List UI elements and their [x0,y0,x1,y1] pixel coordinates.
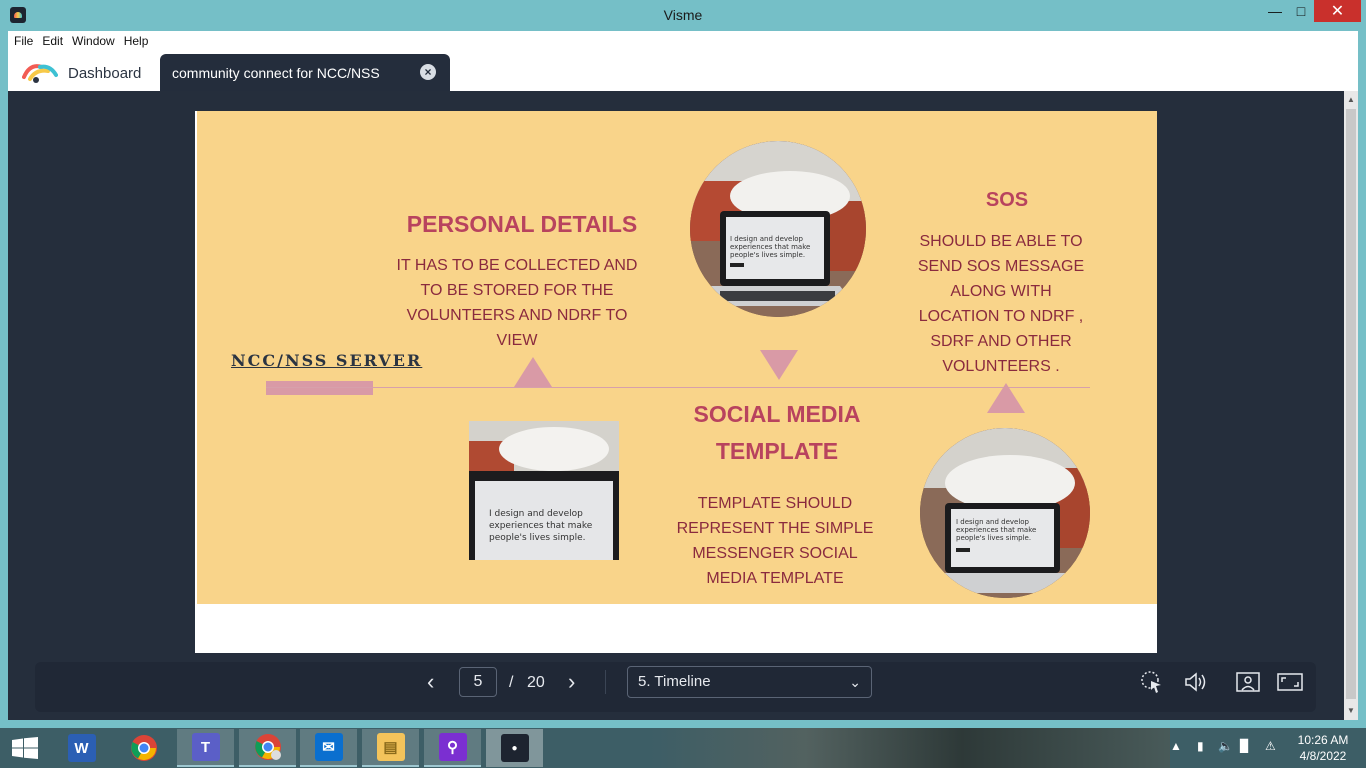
scroll-down-icon[interactable]: ▼ [1344,704,1358,718]
app-client: File Edit Window Help Dashboard community c… [8,31,1358,720]
taskbar-file-explorer[interactable]: ▤ [362,729,419,767]
maximize-button[interactable]: □ [1285,0,1317,22]
menu-help[interactable]: Help [124,31,149,51]
clock-time: 10:26 AM [1297,733,1349,747]
scroll-up-icon[interactable]: ▲ [1344,93,1358,107]
svg-text:experiences that make: experiences that make [730,243,810,251]
taskbar-mail[interactable]: ✉ [300,729,357,767]
svg-text:experiences that make: experiences that make [956,526,1036,534]
laptop-photo-square-image: I design and develop experiences that ma… [469,421,619,560]
prev-slide-icon[interactable]: ‹ [427,669,434,695]
taskbar-wallpaper [650,728,1170,768]
menu-bar: File Edit Window Help [8,31,1358,51]
tab-bar: Dashboard community connect for NCC/NSS … [8,51,1358,91]
menu-window[interactable]: Window [72,31,115,51]
laptop-photo-bottom: I design and develop experiences that ma… [920,428,1090,598]
svg-text:I design and develop: I design and develop [956,518,1030,526]
tray-chevron-icon[interactable]: ▲ [1170,739,1182,753]
timeline-marker-sos [987,383,1025,413]
presenter-icon[interactable] [1235,669,1261,695]
timeline-marker-personal [514,357,552,387]
word-icon: W [67,734,96,762]
app-window: Visme — □ ✕ File Edit Window Help Dashboard… [0,0,1366,728]
social-media-body: TEMPLATE SHOULD REPRESENT THE SIMPLE MES… [676,495,874,587]
sos-heading: SOS [985,189,1029,211]
page-separator: / [509,674,514,691]
magnifier-icon: ⚲ [438,733,467,761]
next-slide-icon[interactable]: › [568,669,575,695]
presentation-stage: PERSONAL DETAILS IT HAS TO BE COLLECTED … [8,91,1358,720]
scroll-thumb[interactable] [1346,109,1356,699]
vertical-scrollbar[interactable]: ▲ ▼ [1344,91,1358,720]
social-media-heading-line1: SOCIAL MEDIA [693,401,861,427]
network-icon[interactable]: ▉ [1240,739,1249,753]
taskbar-search-app[interactable]: ⚲ [424,729,481,767]
svg-text:people's lives simple.: people's lives simple. [956,534,1031,542]
social-media-heading-line2: TEMPLATE [715,438,839,464]
taskbar-word[interactable]: W [53,729,110,767]
window-title: Visme [663,7,703,23]
chrome-icon [130,735,157,761]
tab-project[interactable]: community connect for NCC/NSS × [160,54,450,91]
svg-text:I design and develop: I design and develop [730,235,804,243]
laptop-photo-square: I design and develop experiences that ma… [469,421,619,560]
taskbar-teams[interactable]: T [177,729,234,767]
fullscreen-icon[interactable] [1277,669,1303,695]
sos-body: SHOULD BE ABLE TO SEND SOS MESSAGE ALONG… [917,233,1085,375]
laptop-photo-image: I design and develop experiences that ma… [690,141,866,317]
timeline-start-bar [266,381,373,395]
windows-start-icon[interactable] [12,737,38,759]
battery-icon[interactable]: ▮ [1197,739,1204,753]
chrome-profile-icon [254,734,281,760]
menu-file[interactable]: File [14,31,33,51]
total-pages: 20 [527,674,545,691]
mail-icon: ✉ [314,733,343,761]
menu-edit[interactable]: Edit [42,31,63,51]
section-select-value: 5. Timeline [638,673,711,690]
controls-divider [605,670,606,694]
visme-logo-icon [22,64,58,83]
taskbar-visme[interactable]: ● [486,729,543,767]
pointer-icon[interactable] [1139,669,1165,695]
slide: PERSONAL DETAILS IT HAS TO BE COLLECTED … [197,111,1157,604]
tab-dashboard[interactable]: Dashboard [22,55,162,91]
close-window-button[interactable]: ✕ [1314,0,1361,22]
teams-icon: T [191,733,220,761]
server-label: NCC/NSS SERVER [231,351,423,370]
volume-icon[interactable] [1182,669,1208,695]
laptop-photo-bottom-image: I design and develop experiences that ma… [920,428,1090,598]
visme-taskbar-icon: ● [500,734,529,762]
taskbar: W T ✉ ▤ ⚲ ● ▲ ▮ 🔈 ▉ ⚠ 10:26 AM 4/8/2022 [0,728,1366,768]
player-controls: ‹ 5 / 20 › 5. Timeline ⌄ [35,662,1316,712]
folder-icon: ▤ [376,733,405,761]
title-bar: Visme — □ ✕ [0,0,1366,31]
taskbar-chrome[interactable] [115,729,172,767]
current-page-input[interactable]: 5 [459,667,497,697]
section-select[interactable]: 5. Timeline ⌄ [627,666,872,698]
clock-date: 4/8/2022 [1299,749,1347,763]
chevron-down-icon: ⌄ [849,674,861,690]
laptop-photo-top: I design and develop experiences that ma… [690,141,866,317]
tab-dashboard-label: Dashboard [68,64,142,82]
notification-warning-icon[interactable]: ⚠ [1265,739,1276,753]
svg-text:I design and develop: I design and develop [489,509,583,519]
timeline-line [266,387,1090,388]
volume-muted-icon[interactable]: 🔈 [1218,739,1233,753]
clock[interactable]: 10:26 AM 4/8/2022 [1290,732,1356,764]
svg-text:experiences that make: experiences that make [489,521,593,531]
timeline-marker-social [760,350,798,380]
tab-project-label: community connect for NCC/NSS [172,64,380,81]
svg-text:people's lives simple.: people's lives simple. [489,533,586,543]
svg-text:people's lives simple.: people's lives simple. [730,251,805,259]
personal-details-body: IT HAS TO BE COLLECTED AND TO BE STORED … [396,257,638,349]
personal-details-heading: PERSONAL DETAILS [406,211,638,237]
taskbar-chrome-profile[interactable] [239,729,296,767]
close-tab-icon[interactable]: × [420,64,436,80]
